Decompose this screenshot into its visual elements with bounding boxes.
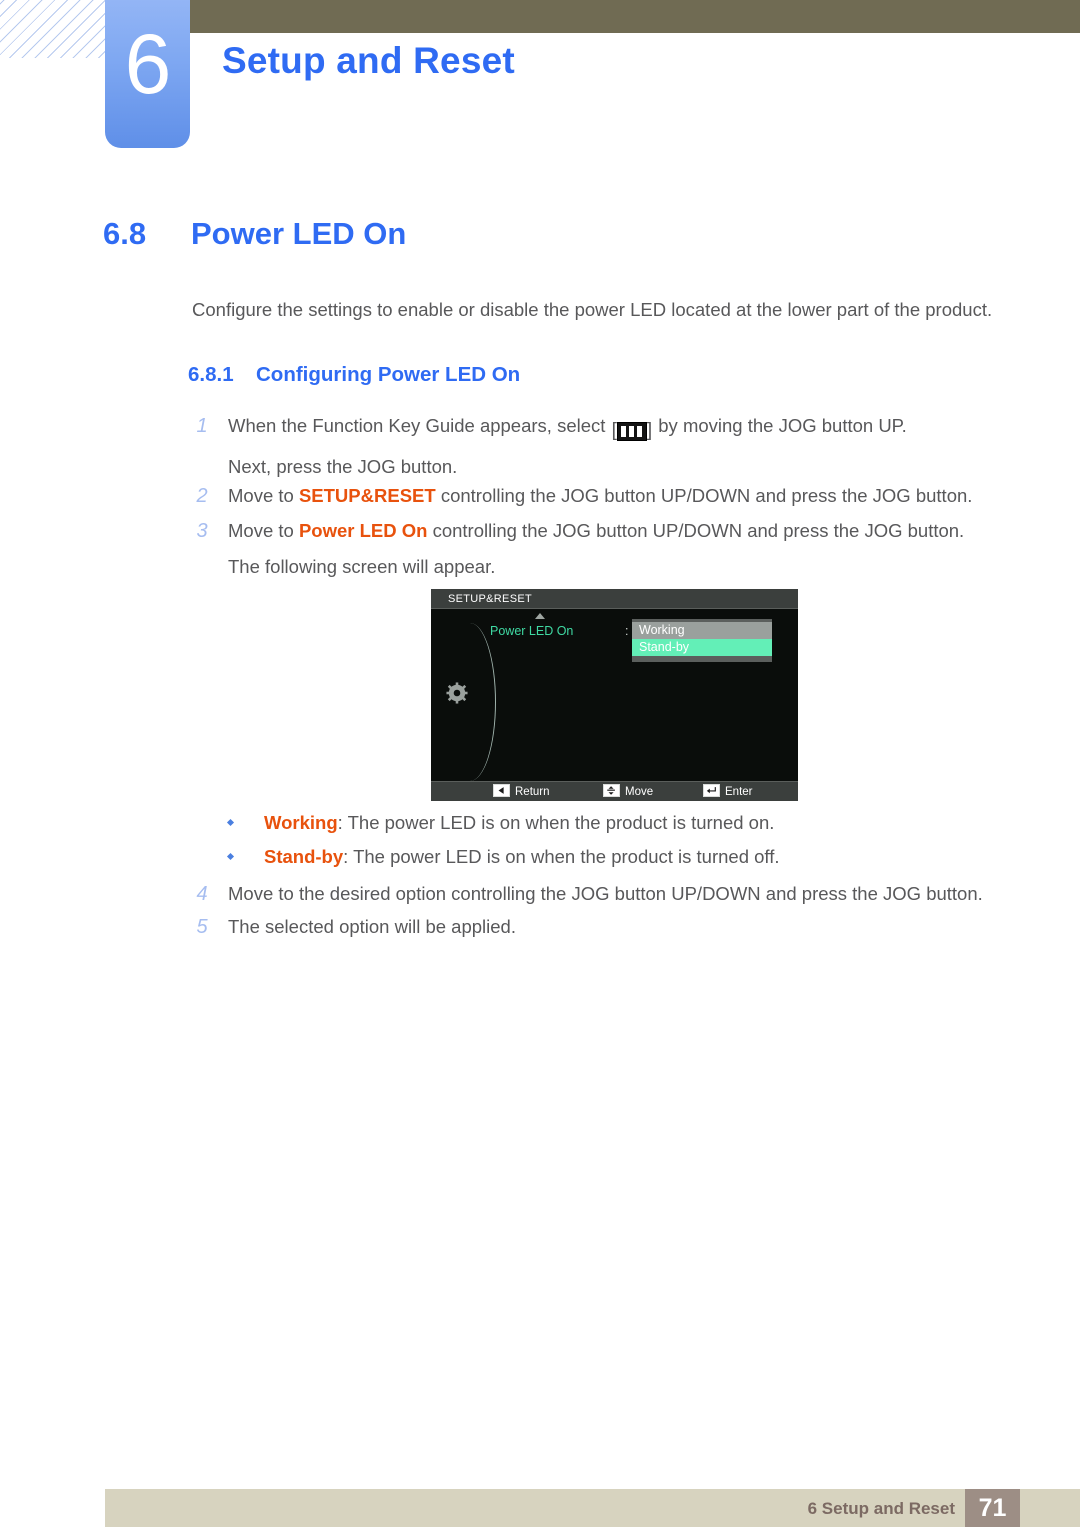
step-text-after: controlling the JOG button UP/DOWN and p… — [440, 485, 973, 506]
step-keyword: SETUP&RESET — [298, 485, 436, 506]
list-item: Working: The power LED is on when the pr… — [226, 808, 1008, 838]
function-key-guide-icon — [616, 421, 647, 441]
osd-key-move[interactable]: Move — [603, 784, 653, 800]
osd-footer-bar: Return Move Enter — [431, 781, 798, 801]
page-header: 6 Setup and Reset — [0, 0, 1080, 160]
step-item: 4 Move to the desired option controlling… — [190, 876, 990, 912]
step-number: 4 — [196, 883, 208, 905]
enter-arrow-icon — [703, 784, 720, 797]
step-number: 5 — [196, 916, 208, 938]
section-title: Power LED On — [191, 216, 407, 251]
chapter-title: Setup and Reset — [222, 40, 515, 81]
subsection-heading: 6.8.1 Configuring Power LED On — [188, 360, 520, 390]
left-arrow-icon — [493, 784, 510, 797]
osd-key-enter[interactable]: Enter — [703, 784, 753, 800]
osd-key-enter-label: Enter — [725, 786, 753, 798]
osd-option-working[interactable]: Working — [632, 622, 772, 639]
bullet-dot-icon — [226, 818, 235, 827]
step-line: Move to Power LED On controlling the JOG… — [228, 513, 990, 549]
osd-key-return-label: Return — [515, 786, 550, 798]
step-text-before: Move to — [228, 485, 294, 506]
step-item: 2 Move to SETUP&RESET controlling the JO… — [190, 478, 990, 514]
intro-paragraph: Configure the settings to enable or disa… — [192, 299, 993, 320]
page-number: 71 — [978, 1494, 1007, 1522]
osd-key-move-label: Move — [625, 786, 654, 798]
step-body: Move to Power LED On controlling the JOG… — [228, 513, 990, 585]
step-line-2: The following screen will appear. — [228, 556, 496, 577]
step-body: The selected option will be applied. — [228, 916, 516, 937]
step-keyword: Power LED On — [298, 520, 428, 541]
step-item: 1 When the Function Key Guide appears, s… — [190, 408, 990, 485]
step-text-before-icon: When the Function Key Guide appears, sel… — [228, 415, 606, 436]
bullet-body: Working: The power LED is on when the pr… — [264, 808, 1008, 838]
step-body: When the Function Key Guide appears, sel… — [228, 408, 990, 485]
osd-dropdown[interactable]: Working Stand-by — [632, 619, 772, 662]
page-footer: 6 Setup and Reset 71 — [105, 1489, 1080, 1527]
step-text-after-icon: by moving the JOG button UP. — [658, 415, 907, 436]
osd-body: Power LED On : Working Stand-by — [431, 609, 798, 781]
subsection-number: 6.8.1 — [188, 363, 234, 386]
step-text-before: Move to — [228, 520, 294, 541]
bullet-dot-icon — [226, 852, 235, 861]
osd-colon: : — [625, 624, 629, 638]
section-number: 6.8 — [103, 216, 147, 251]
header-olive-bar — [190, 0, 1080, 33]
bullet-keyword: Working — [264, 812, 338, 833]
step-item: 3 Move to Power LED On controlling the J… — [190, 513, 990, 585]
bullet-text: : The power LED is on when the product i… — [343, 846, 780, 867]
list-item: Stand-by: The power LED is on when the p… — [226, 842, 1008, 872]
chapter-badge: 6 — [105, 0, 190, 148]
osd-item-label: Power LED On — [490, 624, 574, 638]
osd-key-return[interactable]: Return — [493, 784, 550, 800]
function-key-guide-icon-group: [] — [612, 412, 653, 449]
osd-title: SETUP&RESET — [448, 593, 532, 605]
step-text-after: controlling the JOG button UP/DOWN and p… — [432, 520, 965, 541]
step-number: 3 — [196, 520, 208, 542]
step-number: 1 — [196, 415, 208, 437]
bullet-keyword: Stand-by — [264, 846, 344, 867]
step-line: When the Function Key Guide appears, sel… — [228, 408, 990, 449]
bullet-body: Stand-by: The power LED is on when the p… — [264, 842, 1008, 872]
osd-screenshot: SETUP&RESET Power LED On: Working Stand… — [431, 589, 798, 801]
footer-chapter-label: 6 Setup and Reset — [807, 1499, 955, 1518]
step-body: Move to the desired option controlling t… — [228, 883, 983, 904]
step-item: 5 The selected option will be applied. — [190, 909, 990, 945]
step-number: 2 — [196, 485, 208, 507]
hatch-decoration — [0, 0, 112, 58]
bracket-close: ] — [646, 420, 653, 441]
subsection-title: Configuring Power LED On — [256, 363, 521, 386]
footer-page-box: 71 — [965, 1489, 1020, 1527]
gear-icon — [446, 682, 468, 704]
bullet-text: : The power LED is on when the product i… — [337, 812, 775, 833]
osd-option-standby[interactable]: Stand-by — [632, 639, 772, 656]
chapter-number: 6 — [124, 17, 172, 111]
section-heading: 6.8 Power LED On — [103, 214, 1003, 254]
chevron-up-icon — [535, 613, 545, 619]
step-body: Move to SETUP&RESET controlling the JOG … — [228, 478, 990, 514]
up-down-arrow-icon — [603, 784, 620, 797]
